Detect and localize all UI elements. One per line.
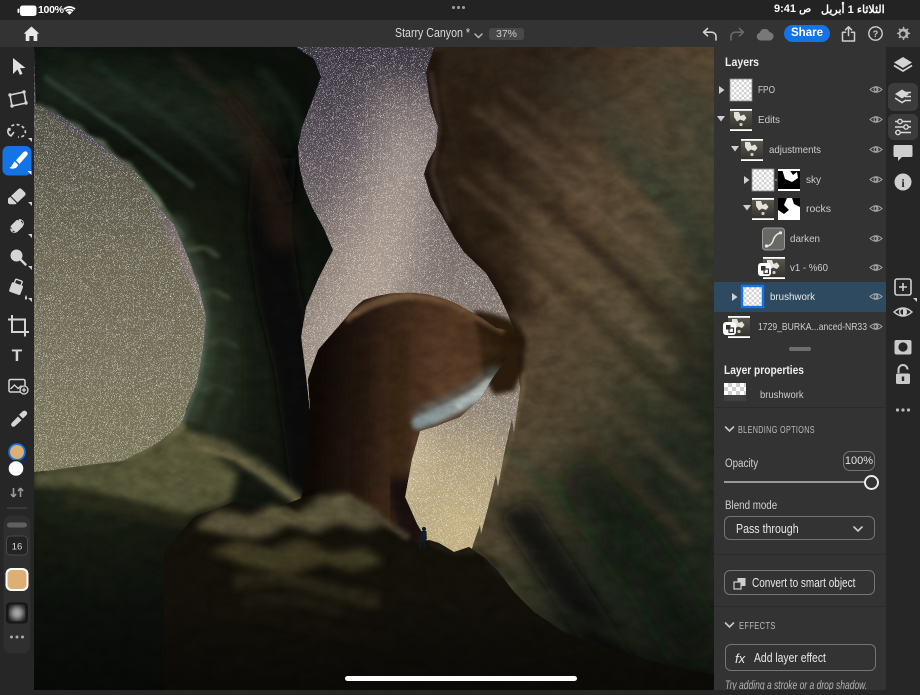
svg-text:FPO: FPO xyxy=(758,84,775,96)
svg-text:darken: darken xyxy=(790,233,820,245)
svg-text:brushwork: brushwork xyxy=(770,291,816,303)
svg-text:rocks: rocks xyxy=(806,203,831,215)
svg-text:v1 - %60: v1 - %60 xyxy=(790,262,828,274)
svg-text:T: T xyxy=(12,346,23,365)
svg-text:16: 16 xyxy=(12,542,23,553)
svg-text:adjustments: adjustments xyxy=(769,144,821,156)
svg-text:sky: sky xyxy=(806,174,822,186)
svg-text:1729_BURKA...anced-NR33: 1729_BURKA...anced-NR33 xyxy=(758,321,867,333)
svg-text:Edits: Edits xyxy=(758,114,780,126)
svg-text:?: ? xyxy=(873,29,879,39)
